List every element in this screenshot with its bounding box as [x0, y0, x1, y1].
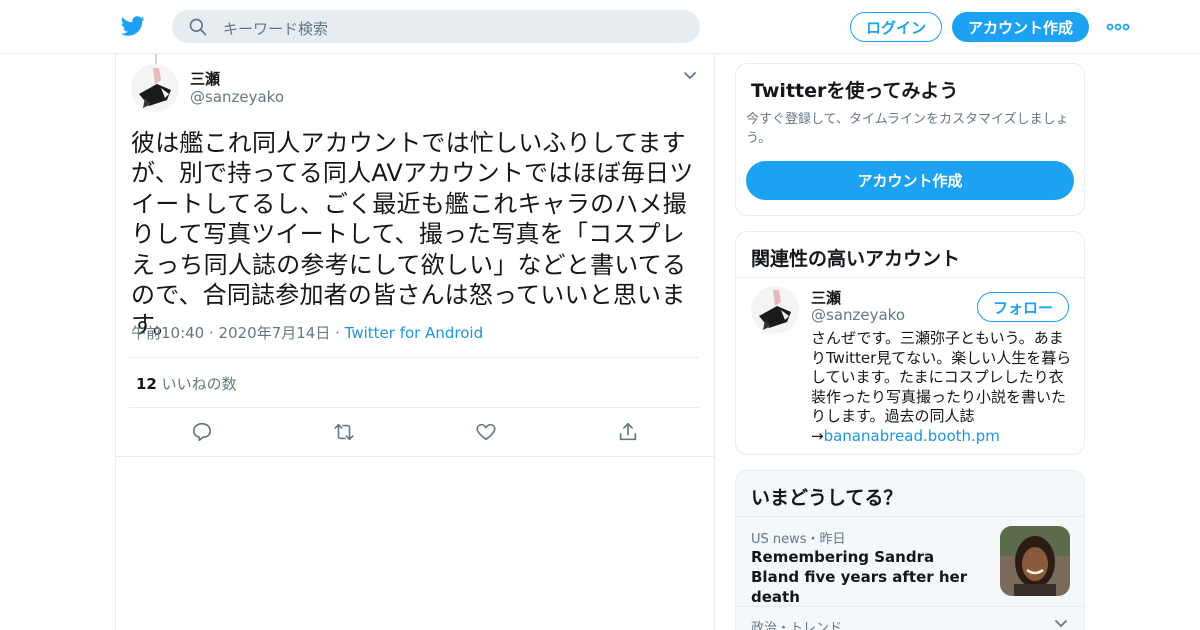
- search-icon: [189, 18, 207, 36]
- like-icon[interactable]: [475, 421, 497, 443]
- likes-label: いいねの数: [161, 375, 237, 393]
- related-account-bio: さんぜです。三瀬弥子ともいう。あまりTwitter見てない。楽しい人生を暮らして…: [811, 329, 1073, 447]
- bio-link[interactable]: bananabread.booth.pm: [824, 427, 1000, 445]
- related-account-name[interactable]: 三瀬: [811, 287, 841, 308]
- avatar-image: [131, 64, 179, 112]
- twitter-bird-icon[interactable]: [120, 14, 146, 38]
- follow-button[interactable]: フォロー: [977, 292, 1069, 322]
- signup-button[interactable]: アカウント作成: [952, 12, 1089, 42]
- tweet-text: 彼は艦これ同人アカウントでは忙しいふりしてますが、別で持ってる同人AVアカウント…: [131, 129, 694, 340]
- signup-card: Twitterを使ってみよう 今すぐ登録して、タイムラインをカスタマイズしましょ…: [735, 63, 1085, 216]
- search-bar[interactable]: キーワード検索: [172, 10, 700, 43]
- trends-title: いまどうしてる？: [751, 487, 903, 509]
- chevron-down-icon[interactable]: [1054, 619, 1068, 629]
- avatar[interactable]: [751, 286, 799, 334]
- tweet-author-handle[interactable]: @sanzeyako: [190, 88, 284, 106]
- meta-separator: ·: [330, 324, 345, 342]
- trend-item[interactable]: US news・昨日 Remembering Sandra Bland five…: [736, 517, 1084, 607]
- thread-connector-line: [155, 54, 157, 64]
- reply-icon[interactable]: [191, 421, 213, 443]
- divider: [129, 357, 699, 358]
- meta-separator: ·: [204, 324, 219, 342]
- tweet-author-name[interactable]: 三瀬: [190, 68, 220, 89]
- trends-card: いまどうしてる？ US news・昨日 Remembering Sandra B…: [735, 470, 1085, 630]
- trend-thumbnail-image: [1000, 526, 1070, 596]
- signup-card-button[interactable]: アカウント作成: [746, 161, 1074, 200]
- related-accounts-title: 関連性の高いアカウント: [751, 248, 961, 270]
- more-options-icon[interactable]: [1106, 20, 1130, 34]
- related-accounts-card: 関連性の高いアカウント 三瀬 @sanzeyako フォロー さんぜです。三瀬弥…: [735, 231, 1085, 455]
- trend-headline[interactable]: Remembering Sandra Bland five years afte…: [751, 547, 983, 607]
- chevron-down-icon[interactable]: [682, 70, 698, 82]
- signup-card-description: 今すぐ登録して、タイムラインをカスタマイズしましょう。: [746, 112, 1069, 146]
- top-navigation-bar: キーワード検索 ログイン アカウント作成: [0, 0, 1200, 54]
- share-icon[interactable]: [617, 421, 639, 443]
- signup-card-title: Twitterを使ってみよう: [751, 80, 959, 102]
- search-input-placeholder[interactable]: キーワード検索: [223, 18, 328, 39]
- tweet-source-link[interactable]: Twitter for Android: [345, 324, 483, 342]
- avatar-image: [751, 286, 799, 334]
- tweet-date[interactable]: 2020年7月14日: [219, 324, 331, 342]
- divider: [129, 407, 699, 408]
- divider: [736, 277, 1084, 278]
- trend-context: US news・昨日: [751, 532, 846, 547]
- avatar[interactable]: [131, 64, 179, 112]
- likes-stat[interactable]: 12 いいねの数: [136, 373, 237, 394]
- tweet-time[interactable]: 午前10:40: [131, 324, 204, 342]
- trend-thumbnail[interactable]: [1000, 526, 1070, 596]
- likes-count: 12: [136, 375, 157, 393]
- trend-context: 政治・トレンド: [751, 621, 843, 630]
- related-account-handle[interactable]: @sanzeyako: [811, 306, 905, 324]
- divider: [736, 606, 1084, 607]
- login-button[interactable]: ログイン: [850, 12, 942, 42]
- tweet-metadata: 午前10:40 · 2020年7月14日 · Twitter for Andro…: [131, 322, 483, 343]
- retweet-icon[interactable]: [333, 421, 355, 443]
- divider: [116, 456, 714, 457]
